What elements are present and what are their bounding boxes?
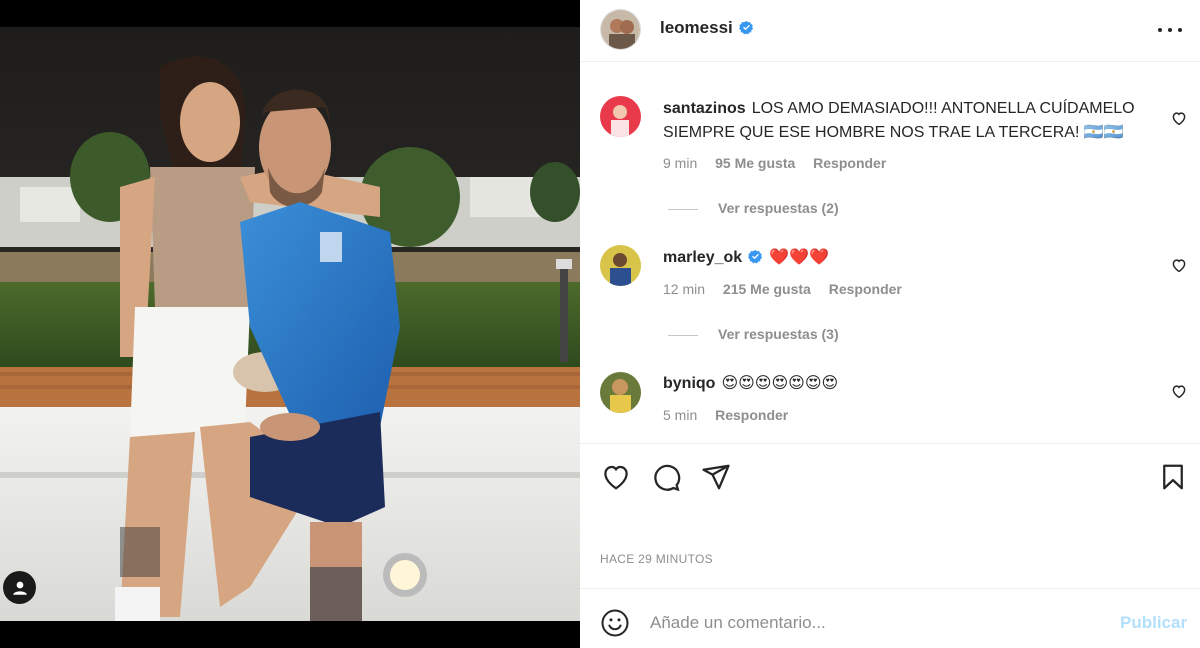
comment-message: 😍😍😍😍😍😍😍 [721,375,839,392]
author-username-text[interactable]: leomessi [660,18,733,37]
author-username[interactable]: leomessi [660,18,754,38]
comment-like-heart-icon[interactable] [1170,109,1188,127]
heart-icon[interactable] [600,462,632,492]
commenter-username[interactable]: byniqo [663,375,715,392]
commenter-avatar[interactable] [600,96,641,137]
reply-button[interactable]: Responder [715,407,788,423]
comment-text: byniqo 😍😍😍😍😍😍😍 [663,372,1153,396]
view-replies-button[interactable]: Ver respuestas (2) [668,200,839,216]
comment-time: 9 min [663,155,698,171]
comment-meta: 9 min 95 Me gusta Responder [663,155,900,171]
view-replies-button[interactable]: Ver respuestas (3) [668,326,839,342]
post-actions [580,443,1200,503]
comment-likes[interactable]: 95 Me gusta [715,155,795,171]
reply-button[interactable]: Responder [813,155,886,171]
tagged-users-icon[interactable] [3,571,36,604]
comment-icon[interactable] [650,462,682,492]
emoji-icon[interactable] [600,608,630,638]
post-image[interactable] [0,27,580,621]
comment-text: marley_ok ❤️❤️❤️ [663,246,1153,270]
photo-illustration [0,27,580,621]
comment-meta: 12 min 215 Me gusta Responder [663,281,916,297]
commenter-avatar[interactable] [600,245,641,286]
verified-badge-icon [738,20,753,35]
author-avatar[interactable] [600,9,641,50]
verified-badge-icon [748,249,763,264]
post-timestamp: HACE 29 MINUTOS [600,552,713,566]
comment-time: 5 min [663,407,698,423]
user-tag-icon [12,581,27,595]
comment-text: santazinos LOS AMO DEMASIADO!!! ANTONELLA… [663,97,1153,145]
post-photo[interactable] [0,0,580,648]
commenter-username[interactable]: santazinos [663,100,746,117]
post-header: leomessi [580,0,1200,62]
comment-like-heart-icon[interactable] [1170,382,1188,400]
comment-likes[interactable]: 215 Me gusta [723,281,811,297]
reply-button[interactable]: Responder [829,281,902,297]
view-replies-label[interactable]: Ver respuestas (2) [718,200,839,216]
more-options-icon[interactable] [1158,20,1182,40]
comment-time: 12 min [663,281,706,297]
view-replies-label[interactable]: Ver respuestas (3) [718,326,839,342]
commenter-avatar[interactable] [600,372,641,413]
comment-message: ❤️❤️❤️ [769,249,829,266]
share-icon[interactable] [700,462,732,492]
add-comment-bar: Añade un comentario... Publicar [580,588,1200,648]
publish-button[interactable]: Publicar [1120,613,1187,633]
post-details-panel: leomessi santazinos LOS AMO DEMASIADO!!! … [580,0,1200,648]
commenter-username[interactable]: marley_ok [663,249,742,266]
comment-like-heart-icon[interactable] [1170,256,1188,274]
bookmark-icon[interactable] [1157,462,1189,492]
comment-meta: 5 min Responder [663,407,802,423]
comment-input[interactable]: Añade un comentario... [650,613,1070,633]
